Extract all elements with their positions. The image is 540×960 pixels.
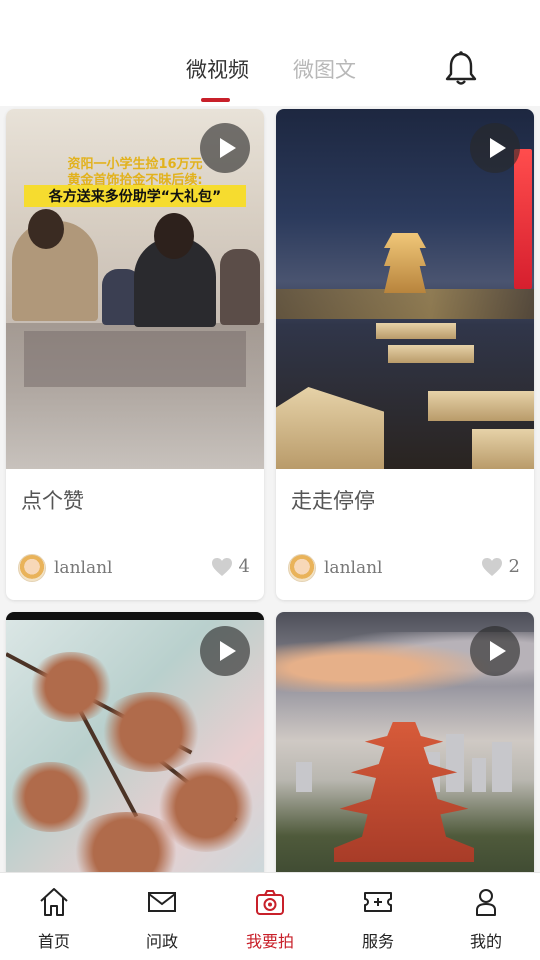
user-icon	[476, 889, 496, 916]
blurred-region	[24, 331, 246, 387]
video-feed-grid: 资阳一小学生捡16万元 黄金首饰拾金不昧后续: 各方送来多份助学“大礼包” 点个…	[0, 106, 540, 872]
heart-icon	[481, 557, 502, 576]
video-card[interactable]	[6, 612, 264, 872]
roof	[388, 345, 474, 363]
like-count: 2	[508, 556, 520, 577]
nav-label: 我的	[469, 932, 502, 951]
nav-label: 问政	[145, 932, 178, 951]
video-card[interactable]: 走走停停 lanlanl 2	[276, 109, 534, 600]
nav-item-home[interactable]: 首页	[0, 873, 108, 960]
leaf-cluster	[96, 692, 206, 772]
avatar	[18, 554, 46, 582]
thumbnail-caption-line: 各方送来多份助学“大礼包”	[24, 185, 246, 207]
play-icon[interactable]	[470, 123, 520, 173]
like-control[interactable]: 2	[481, 556, 520, 577]
nav-label: 服务	[361, 932, 394, 951]
ticket-icon	[364, 892, 392, 912]
card-title: 走走停停	[291, 489, 375, 513]
top-bar: 微视频 微图文	[0, 0, 540, 106]
roof	[376, 323, 456, 339]
video-thumbnail[interactable]	[276, 109, 534, 469]
home-icon	[40, 888, 68, 916]
video-thumbnail[interactable]	[6, 612, 264, 872]
mail-icon	[148, 892, 176, 912]
roof	[472, 429, 534, 469]
person-head	[154, 213, 194, 259]
avatar	[288, 554, 316, 582]
nav-item-me[interactable]: 我的	[432, 873, 540, 960]
tab-micro-article[interactable]: 微图文	[293, 54, 356, 84]
like-control[interactable]: 4	[211, 556, 250, 577]
bottom-navigation: 首页 问政 我要拍 服务 我的	[0, 872, 540, 960]
video-thumbnail[interactable]: 资阳一小学生捡16万元 黄金首饰拾金不昧后续: 各方送来多份助学“大礼包”	[6, 109, 264, 469]
video-thumbnail[interactable]	[276, 612, 534, 872]
nav-item-shoot[interactable]: 我要拍	[216, 873, 324, 960]
tab-micro-video[interactable]: 微视频	[186, 54, 249, 84]
author-name: lanlanl	[54, 558, 113, 578]
city-building	[446, 734, 464, 792]
leaf-cluster	[6, 762, 96, 832]
dark-band	[6, 612, 264, 620]
city-building	[296, 762, 312, 792]
person-head	[28, 209, 64, 249]
nav-label: 我要拍	[245, 932, 294, 951]
camera-icon	[256, 890, 284, 915]
neon-sign	[514, 149, 532, 289]
play-icon[interactable]	[200, 626, 250, 676]
author-name: lanlanl	[324, 558, 383, 578]
video-card[interactable]: 资阳一小学生捡16万元 黄金首饰拾金不昧后续: 各方送来多份助学“大礼包” 点个…	[6, 109, 264, 600]
nav-label: 首页	[37, 932, 70, 951]
card-author[interactable]: lanlanl	[288, 554, 382, 582]
city-building	[472, 758, 486, 792]
person-figure	[220, 249, 260, 325]
play-icon[interactable]	[200, 123, 250, 173]
roof	[428, 391, 534, 421]
card-author[interactable]: lanlanl	[18, 554, 112, 582]
tower-building	[384, 233, 426, 293]
like-count: 4	[238, 556, 250, 577]
nav-item-service[interactable]: 服务	[324, 873, 432, 960]
play-icon[interactable]	[470, 626, 520, 676]
nav-item-inquiry[interactable]: 问政	[108, 873, 216, 960]
active-tab-indicator	[201, 98, 230, 102]
city-building	[492, 742, 512, 792]
card-title: 点个赞	[21, 489, 84, 513]
bell-icon[interactable]	[444, 50, 478, 86]
river	[276, 289, 534, 319]
video-card[interactable]	[276, 612, 534, 872]
roof	[276, 387, 384, 469]
heart-icon	[211, 557, 232, 576]
